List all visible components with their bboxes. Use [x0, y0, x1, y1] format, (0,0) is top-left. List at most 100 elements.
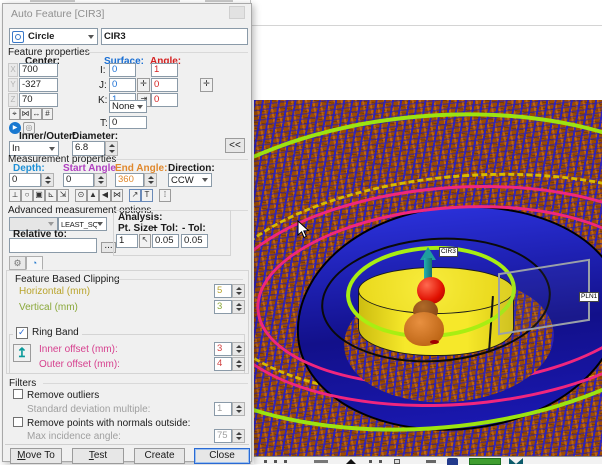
center-y-input[interactable]: -327: [19, 78, 58, 92]
center-x-input[interactable]: 700: [19, 63, 58, 77]
end-angle-input[interactable]: 360: [115, 173, 144, 187]
read-surface-vector-button[interactable]: ✛: [137, 78, 150, 92]
dropdown-caret-icon: [202, 178, 208, 182]
center-z-input[interactable]: 70: [19, 93, 58, 107]
spin-up-icon[interactable]: [98, 176, 104, 179]
perpendicular-path-button[interactable]: ⟂: [9, 189, 21, 202]
remove-normals-checkbox[interactable]: [13, 417, 23, 427]
spin-up-icon[interactable]: [109, 144, 115, 147]
angle-j-input[interactable]: 0: [151, 78, 178, 92]
inner-offset-spinner: 3: [214, 342, 245, 356]
collapse-button[interactable]: <<: [225, 138, 245, 153]
spin-up-icon[interactable]: [236, 405, 242, 408]
distance-button[interactable]: ↔: [31, 108, 42, 120]
dropdown-caret-icon: [97, 222, 103, 226]
vector-jump-button[interactable]: ↗: [129, 189, 141, 202]
viewport-toolbar[interactable]: [254, 456, 602, 464]
angle-i-input[interactable]: 1: [151, 63, 178, 77]
spin-up-icon[interactable]: [236, 287, 242, 290]
create-button[interactable]: Create: [134, 448, 185, 464]
spinner-buttons[interactable]: [232, 284, 245, 298]
grid-button[interactable]: #: [42, 108, 53, 120]
marker-style-button[interactable]: ↖: [139, 234, 151, 248]
spinner-buttons[interactable]: [232, 300, 245, 314]
level-hit-button[interactable]: ▲: [87, 189, 99, 202]
spin-up-icon[interactable]: [236, 345, 242, 348]
diagonal-path-button[interactable]: ⇲: [57, 189, 69, 202]
spin-down-icon[interactable]: [236, 350, 242, 353]
spinner-buttons[interactable]: [232, 342, 245, 356]
angle-k-input[interactable]: 0: [151, 93, 178, 107]
point-cloud-view[interactable]: CIR3 PLN1: [254, 100, 602, 456]
t-label: T:: [100, 119, 108, 129]
circle-path-button[interactable]: ○: [21, 189, 33, 202]
depth-input[interactable]: 0: [9, 173, 41, 187]
spin-down-icon[interactable]: [148, 181, 154, 184]
read-angle-vector-button[interactable]: ✛: [200, 78, 213, 92]
remove-outliers-checkbox[interactable]: [13, 389, 23, 399]
text-mode-button[interactable]: T: [141, 189, 153, 202]
spinner-buttons[interactable]: [232, 402, 245, 416]
ring-band-checkbox[interactable]: [16, 327, 28, 339]
ring-band-header: Ring Band: [13, 327, 82, 339]
spin-up-icon[interactable]: [45, 176, 51, 179]
spinner-buttons[interactable]: [232, 357, 245, 371]
snap-point-button[interactable]: ⌖: [9, 108, 20, 120]
plus-tol-input[interactable]: 0.05: [152, 234, 179, 248]
spin-down-icon[interactable]: [45, 181, 51, 184]
surface-i-input[interactable]: 0: [109, 63, 136, 77]
max-incidence-input[interactable]: 75: [214, 429, 232, 443]
edge-hit-button[interactable]: ◀: [99, 189, 111, 202]
pt-size-input[interactable]: 1: [116, 234, 138, 248]
minus-tol-input[interactable]: 0.05: [181, 234, 208, 248]
square-path-button[interactable]: ▣: [33, 189, 45, 202]
inner-offset-input[interactable]: 3: [214, 342, 232, 356]
surface-mode-dropdown[interactable]: None: [109, 100, 147, 113]
probe-red-dot: [430, 340, 439, 344]
feature-type-dropdown[interactable]: Circle: [9, 28, 98, 45]
t-input[interactable]: 0: [109, 116, 147, 129]
tab-contact-parameters[interactable]: ⚙: [9, 256, 26, 270]
tab-laser-parameters[interactable]: ◔: [26, 256, 43, 270]
corner-path-button[interactable]: ⊾: [45, 189, 57, 202]
move-to-button[interactable]: Move To: [10, 448, 62, 464]
auto-feature-dialog: Auto Feature [CIR3] Circle CIR3 Feature …: [2, 3, 252, 462]
end-angle-spinner: 360: [115, 173, 157, 187]
feature-label-pln1[interactable]: PLN1: [579, 292, 599, 302]
spin-up-icon[interactable]: [236, 360, 242, 363]
direction-dropdown[interactable]: CCW: [168, 173, 212, 187]
test-button[interactable]: Test: [72, 448, 124, 464]
spin-down-icon[interactable]: [236, 365, 242, 368]
start-angle-input[interactable]: 0: [63, 173, 94, 187]
stddev-input[interactable]: 1: [214, 402, 232, 416]
close-button[interactable]: Close: [194, 448, 250, 464]
crosshair-icon: ✛: [140, 79, 147, 88]
spin-down-icon[interactable]: [236, 410, 242, 413]
relative-to-input[interactable]: [9, 238, 97, 253]
spin-down-icon[interactable]: [98, 181, 104, 184]
graphics-area[interactable]: CIR3 PLN1: [250, 0, 602, 464]
vertical-clip-input[interactable]: 3: [214, 300, 232, 314]
spinner-buttons[interactable]: [232, 429, 245, 443]
dialog-titlebar-button[interactable]: [229, 6, 245, 19]
horizontal-clip-input[interactable]: 5: [214, 284, 232, 298]
surface-j-input[interactable]: 0: [109, 78, 136, 92]
more-options-button[interactable]: ⁞: [159, 189, 171, 202]
feature-label-cir3[interactable]: CIR3: [439, 247, 458, 257]
spinner-buttons[interactable]: [144, 173, 157, 187]
spin-up-icon[interactable]: [236, 303, 242, 306]
outer-offset-input[interactable]: 4: [214, 357, 232, 371]
spinner-buttons[interactable]: [41, 173, 54, 187]
width-hit-button[interactable]: ⋈: [111, 189, 123, 202]
spin-up-icon[interactable]: [148, 176, 154, 179]
spin-down-icon[interactable]: [236, 308, 242, 311]
spin-down-icon[interactable]: [236, 292, 242, 295]
spinner-buttons[interactable]: [94, 173, 107, 187]
divide-button[interactable]: ⋈: [20, 108, 31, 120]
center-hit-button[interactable]: ⊙: [75, 189, 87, 202]
spin-up-icon[interactable]: [236, 432, 242, 435]
spin-down-icon[interactable]: [236, 437, 242, 440]
feature-name-input[interactable]: CIR3: [101, 28, 248, 45]
ring-band-direction-button[interactable]: ↥: [13, 344, 31, 362]
spin-down-icon[interactable]: [109, 150, 115, 153]
